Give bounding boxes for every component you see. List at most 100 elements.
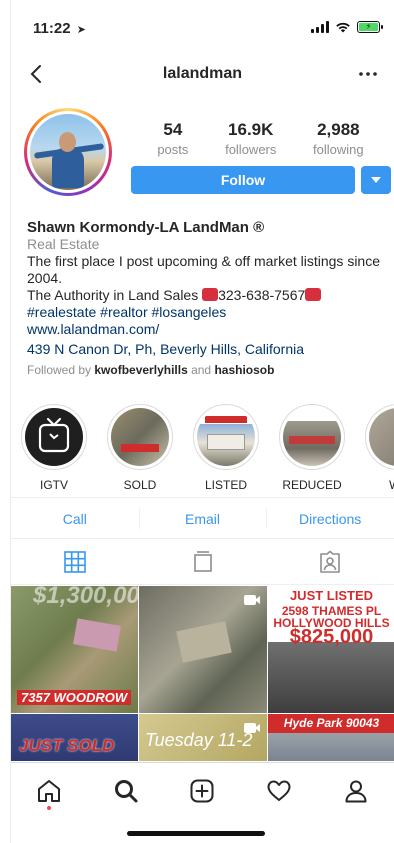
profile-full-name: Shawn Kormondy-LA LandMan ®: [27, 219, 384, 236]
post-thumbnail[interactable]: JUST LISTED 2598 THAMES PL HOLLYWOOD HIL…: [268, 586, 394, 713]
igtv-icon: [25, 408, 83, 466]
status-bar: 11:22 ➤ ⚡: [11, 16, 394, 44]
add-post-icon: [190, 779, 214, 802]
profile-header: lalandman: [11, 58, 394, 94]
highlight-label: REDUCED: [282, 478, 342, 492]
nav-home[interactable]: [29, 771, 69, 811]
profile-category: Real Estate: [27, 236, 100, 252]
notification-dot: [47, 805, 52, 810]
highlight-label: IGTV: [39, 478, 68, 492]
follow-button[interactable]: Follow: [131, 166, 355, 194]
tagged-person-icon: [320, 550, 340, 573]
wifi-icon: [336, 22, 350, 33]
following-label: following: [313, 142, 364, 157]
highlight-label: Wo: [365, 478, 394, 492]
avatar: [30, 114, 106, 190]
video-icon: [244, 595, 260, 605]
bio-line-1: The first place I post upcoming & off ma…: [27, 253, 381, 286]
post-thumbnail[interactable]: Hyde Park 90043: [268, 714, 394, 761]
contact-actions: Call Email Directions: [11, 497, 394, 539]
bio-hashtags[interactable]: #realestate #realtor #losangeles: [27, 304, 384, 321]
story-highlights: IGTV SOLD LISTED REDUCED Wo: [21, 404, 394, 492]
call-button[interactable]: Call: [11, 498, 139, 538]
tab-igtv[interactable]: [139, 540, 267, 584]
email-button[interactable]: Email: [138, 498, 267, 538]
video-icon: [244, 723, 260, 733]
followed-by-prefix: Followed by: [27, 363, 95, 377]
location-arrow-icon: ➤: [76, 24, 86, 36]
nav-new-post[interactable]: [182, 771, 222, 811]
profile-username: lalandman: [162, 65, 243, 82]
post-price-text: $1,300,000: [33, 586, 138, 609]
highlight-label: SOLD: [123, 478, 157, 492]
post-area-text: Hyde Park 90043: [268, 714, 394, 732]
followed-by-and: and: [187, 363, 215, 377]
post-thumbnail[interactable]: $1,300,000 7357 WOODROW: [11, 586, 138, 713]
nav-search[interactable]: [106, 771, 146, 811]
highlight-reduced[interactable]: REDUCED: [279, 404, 345, 492]
photo: [369, 408, 394, 466]
post-thumbnail[interactable]: [139, 586, 267, 713]
nav-activity[interactable]: [259, 771, 299, 811]
profile-stats: 54 posts 16.9K followers 2,988 following: [139, 120, 382, 157]
highlight-label: LISTED: [204, 478, 247, 492]
bio-line-2: The Authority in Land Sales 323-638-7567: [27, 287, 384, 304]
app-frame: 11:22 ➤ ⚡ lalandman 54 posts 16.9K follo…: [10, 0, 394, 843]
suggested-accounts-button[interactable]: [361, 166, 391, 194]
posts-count: 54: [163, 120, 183, 139]
stat-followers[interactable]: 16.9K followers: [225, 120, 276, 157]
battery-icon: ⚡: [357, 21, 383, 33]
profile-tabs: [11, 540, 394, 585]
post-grid: $1,300,000 7357 WOODROW JUST LISTED 2598…: [11, 586, 394, 761]
nav-profile[interactable]: [336, 771, 376, 811]
post-address-text: 7357 WOODROW: [17, 690, 132, 705]
post-price-text: $825,000: [289, 626, 374, 648]
tab-tagged[interactable]: [266, 540, 394, 584]
more-options-icon[interactable]: [356, 62, 380, 86]
highlight-wo[interactable]: Wo: [365, 404, 394, 492]
bottom-navigation: [11, 762, 394, 818]
profile-icon: [345, 780, 367, 802]
profile-bio: Shawn Kormondy-LA LandMan ® Real Estate …: [27, 219, 384, 379]
grid-icon: [64, 551, 86, 573]
profile-website-link[interactable]: www.lalandman.com/: [27, 321, 384, 338]
caret-down-icon: [371, 177, 381, 183]
highlight-sold[interactable]: SOLD: [107, 404, 173, 492]
bio-phone-number[interactable]: 323-638-7567: [218, 287, 305, 303]
stat-following[interactable]: 2,988 following: [313, 120, 364, 157]
search-icon: [114, 779, 138, 802]
status-icons: ⚡: [311, 21, 383, 33]
tab-grid[interactable]: [11, 540, 139, 584]
followed-by[interactable]: Followed by kwofbeverlyhills and hashios…: [27, 362, 384, 379]
aerial-photo: [111, 408, 169, 466]
following-count: 2,988: [317, 120, 360, 139]
home-icon: [38, 779, 61, 802]
followed-by-user-2: hashiosob: [214, 363, 275, 377]
avatar-story-ring[interactable]: [24, 108, 112, 196]
stat-posts[interactable]: 54 posts: [157, 120, 188, 157]
registered-symbol: ®: [253, 219, 265, 236]
telephone-icon: [202, 288, 219, 301]
cellular-signal-icon: [311, 21, 329, 33]
post-thumbnail[interactable]: JUST SOLD: [11, 714, 138, 761]
house-photo: [197, 408, 255, 466]
posts-label: posts: [157, 142, 189, 157]
status-time: 11:22 ➤: [33, 20, 86, 37]
post-date-text: Tuesday 11-2: [145, 730, 253, 750]
highlight-listed[interactable]: LISTED: [193, 404, 259, 492]
home-indicator[interactable]: [127, 831, 265, 836]
full-name-text: Shawn Kormondy-LA LandMan: [27, 219, 249, 236]
followers-label: followers: [225, 142, 277, 157]
listing-photo: [283, 408, 341, 466]
directions-button[interactable]: Directions: [266, 498, 394, 538]
profile-address-link[interactable]: 439 N Canon Dr, Ph, Beverly Hills, Calif…: [27, 341, 384, 358]
heart-icon: [267, 780, 291, 801]
bio-authority-text: The Authority in Land Sales: [27, 287, 203, 303]
post-thumbnail[interactable]: Tuesday 11-2: [139, 714, 267, 761]
post-heading-text: JUST LISTED: [289, 588, 374, 603]
followers-count: 16.9K: [228, 120, 274, 139]
telephone-icon: [305, 288, 322, 301]
post-sold-text: JUST SOLD: [19, 736, 115, 755]
highlight-igtv[interactable]: IGTV: [21, 404, 87, 492]
tv-icon: [193, 551, 212, 572]
